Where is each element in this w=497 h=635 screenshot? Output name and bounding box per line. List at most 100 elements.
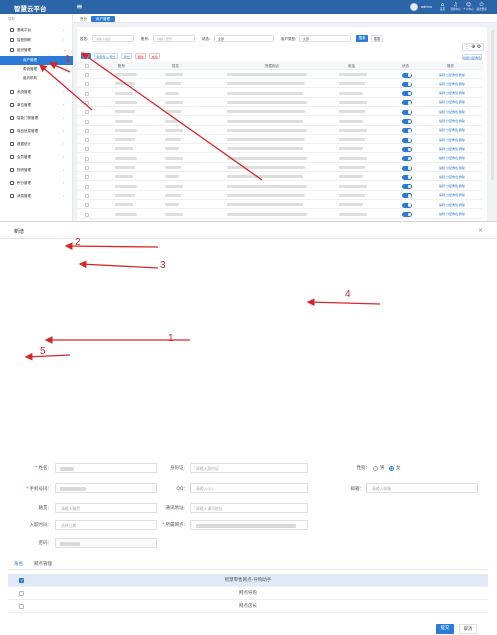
gender-female-radio[interactable]: [389, 466, 394, 471]
role-row[interactable]: 智慧零售网点-导购助手: [8, 574, 488, 588]
sidebar-item-door[interactable]: 智能门禁管理 ›: [0, 114, 73, 123]
type-filter-select[interactable]: 全部: [299, 35, 351, 42]
status-toggle[interactable]: [402, 119, 412, 124]
row-checkbox[interactable]: [85, 156, 89, 161]
table-row[interactable]: 编辑 分配角色 删除: [77, 173, 483, 182]
status-toggle[interactable]: [402, 137, 412, 143]
table-row[interactable]: 编辑 分配角色 删除: [77, 90, 483, 98]
status-toggle[interactable]: [402, 212, 412, 217]
account-filter-input[interactable]: 请输入账号: [153, 35, 195, 42]
scrollbar[interactable]: [491, 30, 494, 180]
row-actions[interactable]: 编辑 分配角色 删除: [439, 147, 465, 151]
table-row[interactable]: 编辑 分配角色 删除: [77, 155, 483, 163]
table-row[interactable]: 编辑 分配角色 删除: [77, 145, 483, 154]
status-toggle[interactable]: [402, 128, 412, 134]
address-input[interactable]: 请输入通讯地址: [190, 503, 308, 513]
table-row[interactable]: 编辑 分配角色 删除: [77, 164, 483, 172]
sidebar-item-org-units[interactable]: 组织机构: [0, 74, 73, 83]
add-button[interactable]: 新增: [81, 53, 91, 59]
logout-icon[interactable]: ⏻ 退出登录: [476, 2, 487, 11]
sidebar-item-members[interactable]: 会员管理 ›: [0, 153, 73, 162]
table-row[interactable]: 编辑 分配角色 删除: [77, 127, 483, 135]
delete-button[interactable]: 删除: [135, 53, 146, 59]
column-settings-icon[interactable]: ⋮ ⊕ ⚙: [462, 43, 484, 51]
table-row[interactable]: 编辑 分配角色 删除: [77, 80, 483, 89]
status-filter-select[interactable]: 全部: [214, 35, 274, 42]
role-checkbox[interactable]: [19, 575, 24, 588]
row-checkbox[interactable]: [85, 119, 89, 124]
row-actions[interactable]: 编辑 分配角色 删除: [439, 156, 465, 160]
table-row[interactable]: 编辑 分配角色 删除: [77, 183, 483, 191]
row-checkbox[interactable]: [85, 91, 89, 96]
import-export-button[interactable]: 批量导入/导出: [94, 53, 118, 59]
row-checkbox[interactable]: [85, 175, 89, 180]
row-checkbox[interactable]: [85, 203, 89, 208]
row-checkbox[interactable]: [85, 147, 89, 152]
status-toggle[interactable]: [402, 146, 412, 152]
status-toggle[interactable]: [402, 174, 412, 180]
status-toggle[interactable]: [402, 81, 412, 87]
row-actions[interactable]: 编辑 分配角色 删除: [439, 91, 465, 95]
qq-input[interactable]: 请输入QQ: [190, 483, 308, 493]
table-row[interactable]: 编辑 分配角色 删除: [77, 118, 483, 126]
avatar[interactable]: [410, 3, 418, 11]
status-toggle[interactable]: [402, 109, 412, 115]
sidebar-item-messages[interactable]: 消息管理 ›: [0, 192, 73, 201]
id-input[interactable]: 请输入身份证: [190, 463, 308, 473]
row-actions[interactable]: 编辑 分配角色 删除: [439, 212, 465, 216]
tab-site-management[interactable]: 网点管理: [34, 561, 52, 567]
row-actions[interactable]: 编辑 分配角色 删除: [439, 203, 465, 207]
table-row[interactable]: 编辑 分配角色 删除: [77, 201, 483, 210]
status-toggle[interactable]: [402, 202, 412, 208]
role-row[interactable]: 网点导购: [8, 587, 488, 600]
cancel-button[interactable]: 取消: [459, 624, 477, 634]
sidebar-item-company[interactable]: 单位管理 ›: [0, 101, 73, 110]
row-actions[interactable]: 编辑 分配角色 删除: [439, 166, 465, 170]
enable-button[interactable]: 启用: [149, 53, 160, 59]
assign-roles-button[interactable]: 批量分配角色: [462, 54, 482, 60]
sidebar-item-users[interactable]: 用户管理: [0, 56, 73, 65]
row-checkbox[interactable]: [85, 184, 89, 189]
submit-button[interactable]: 提交: [436, 624, 454, 634]
join-date-input[interactable]: 选择日期: [55, 520, 157, 530]
table-row[interactable]: 编辑 分配角色 删除: [77, 71, 483, 79]
name-input[interactable]: [55, 463, 157, 473]
tab-home[interactable]: 首页: [75, 16, 92, 22]
email-input[interactable]: 请输入邮箱: [366, 483, 478, 493]
phone-input[interactable]: [55, 483, 157, 493]
row-actions[interactable]: 编辑 分配角色 删除: [439, 193, 465, 197]
tab-users[interactable]: 用户管理: [91, 16, 115, 22]
username[interactable]: admin: [421, 5, 432, 9]
row-actions[interactable]: 编辑 分配角色 删除: [439, 119, 465, 123]
sidebar-item-stats[interactable]: 数据统计 ›: [0, 140, 73, 149]
row-checkbox[interactable]: [85, 100, 89, 105]
search-button[interactable]: 搜索: [356, 35, 368, 42]
status-toggle[interactable]: [402, 100, 412, 106]
sidebar-item-goods[interactable]: 商品信息管理 ›: [0, 127, 73, 136]
tab-roles[interactable]: 角色: [14, 561, 23, 567]
row-actions[interactable]: 编辑 分配角色 删除: [439, 175, 465, 179]
table-row[interactable]: 编辑 分配角色 删除: [77, 108, 483, 117]
home-icon[interactable]: ⌂ 首页: [437, 2, 448, 11]
sidebar-item-system[interactable]: 系统管理 ›: [0, 88, 73, 97]
status-toggle[interactable]: [402, 193, 412, 199]
status-toggle[interactable]: [402, 184, 412, 190]
sidebar-item-basic[interactable]: 基础平台 ›: [0, 26, 73, 35]
status-toggle[interactable]: [402, 156, 412, 162]
row-actions[interactable]: 编辑 分配角色 删除: [439, 138, 465, 142]
site-select[interactable]: [190, 520, 308, 530]
row-actions[interactable]: 编辑 分配角色 删除: [439, 128, 465, 132]
row-actions[interactable]: 编辑 分配角色 删除: [439, 110, 465, 114]
close-icon[interactable]: ×: [478, 227, 483, 234]
select-all-checkbox[interactable]: [85, 64, 89, 68]
sidebar-item-materials[interactable]: 物资管理 ›: [0, 166, 73, 175]
row-actions[interactable]: 编辑 分配角色 删除: [439, 184, 465, 188]
user-icon[interactable]: ☺ 个人中心: [463, 2, 474, 11]
password-input[interactable]: [55, 538, 157, 548]
row-actions[interactable]: 编辑 分配角色 删除: [439, 73, 465, 77]
row-checkbox[interactable]: [85, 82, 89, 87]
row-actions[interactable]: 编辑 分配角色 删除: [439, 100, 465, 104]
status-toggle[interactable]: [402, 165, 412, 171]
status-toggle[interactable]: [402, 72, 412, 78]
role-row[interactable]: 网点店长: [8, 600, 488, 613]
